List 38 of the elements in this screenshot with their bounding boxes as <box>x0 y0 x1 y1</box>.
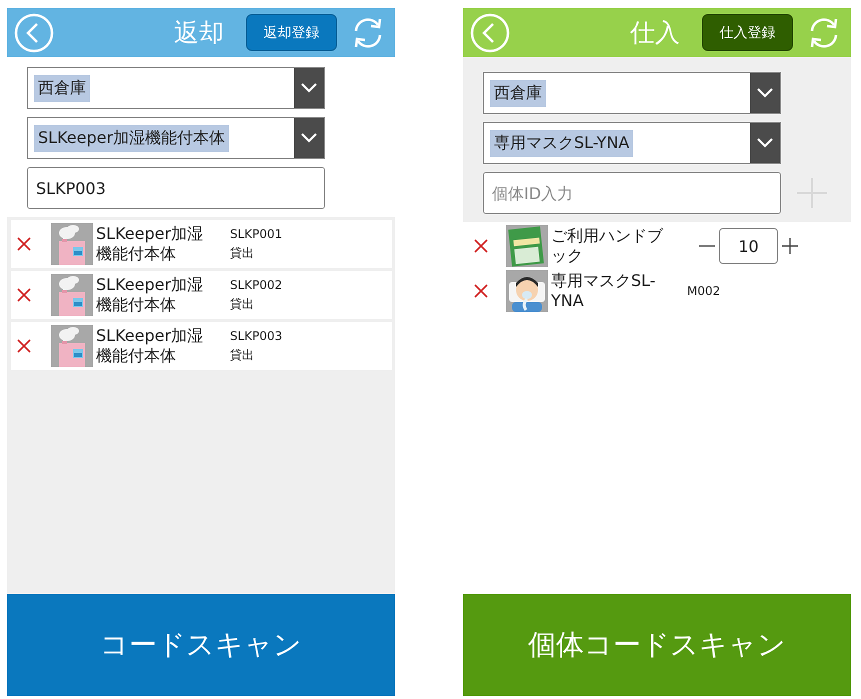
delete-icon[interactable] <box>16 236 32 252</box>
delete-icon[interactable] <box>16 287 32 303</box>
chevron-icon <box>300 82 318 94</box>
delete-icon[interactable] <box>16 338 32 354</box>
delete-icon[interactable] <box>473 238 489 254</box>
item-status: 貸出 <box>230 346 255 364</box>
quantity-field[interactable]: 10 <box>719 228 778 264</box>
item-status: 貸出 <box>230 296 255 312</box>
item-code: SLKP003 <box>230 328 282 342</box>
register-button[interactable]: 返却登録 <box>246 14 337 51</box>
chevron-icon <box>756 137 774 149</box>
id-input-field[interactable]: SLKP003 <box>27 167 325 209</box>
delete-icon[interactable] <box>473 283 489 299</box>
dropdown-arrow-button[interactable] <box>750 73 780 113</box>
register-button[interactable]: 仕入登録 <box>702 14 793 51</box>
dropdown-arrow-button[interactable] <box>750 123 780 163</box>
item-name: ご利用ハンドブック <box>551 226 664 266</box>
item-code: SLKP001 <box>230 226 282 240</box>
item-name: 専用マスクSL-YNA <box>551 271 657 311</box>
scan-button[interactable]: コードスキャン <box>7 594 395 696</box>
item-code: SLKP002 <box>230 278 282 292</box>
warehouse-dropdown[interactable]: 西倉庫 <box>27 67 325 109</box>
product-dropdown[interactable]: SLKeeper加湿機能付本体 <box>27 117 325 159</box>
dropdown-arrow-button[interactable] <box>294 118 324 158</box>
plus-icon[interactable] <box>780 236 800 256</box>
item-name: SLKeeper加湿機能付本体 <box>96 275 204 315</box>
screen-title: 仕入 <box>630 17 680 49</box>
id-input-field[interactable]: 個体ID入力 <box>483 172 781 214</box>
product-dropdown[interactable]: 専用マスクSL-YNA <box>483 122 781 164</box>
item-status: 貸出 <box>230 244 255 262</box>
chevron-icon <box>300 132 318 144</box>
dropdown-arrow-button[interactable] <box>294 68 324 108</box>
item-name: SLKeeper加湿機能付本体 <box>96 326 204 366</box>
chevron-icon <box>756 87 774 99</box>
screen-title: 返却 <box>174 17 224 49</box>
item-code: M002 <box>687 284 720 298</box>
item-name: SLKeeper加湿機能付本体 <box>96 224 204 264</box>
warehouse-dropdown[interactable]: 西倉庫 <box>483 72 781 114</box>
